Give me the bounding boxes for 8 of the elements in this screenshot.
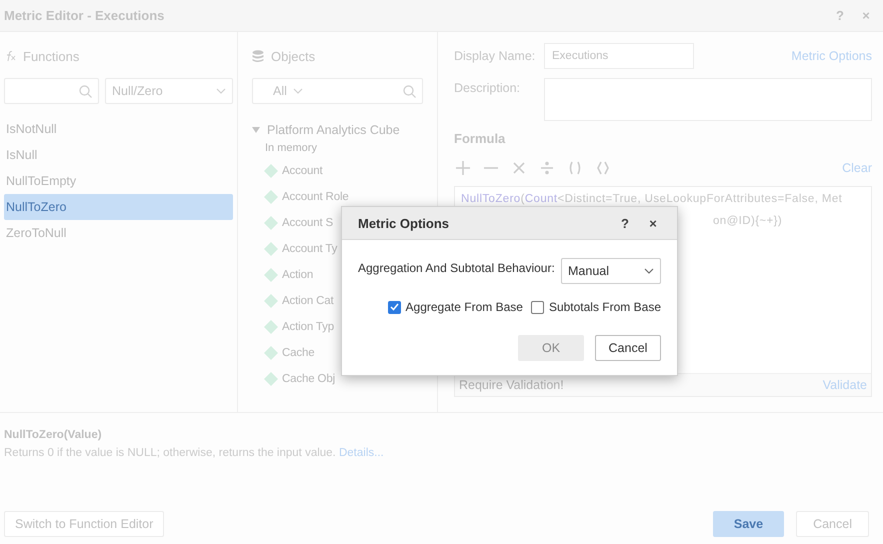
function-signature: NullToZero(Value) bbox=[4, 429, 103, 441]
behaviour-label: Aggregation And Subtotal Behaviour: bbox=[358, 261, 556, 277]
dialog-title: Metric Options bbox=[358, 216, 450, 230]
objects-heading: Objects bbox=[271, 48, 316, 64]
functions-heading: Functions bbox=[23, 48, 80, 64]
formula-heading: Formula bbox=[454, 131, 506, 146]
validation-status: Require Validation! bbox=[459, 378, 564, 392]
tree-node-note: In memory bbox=[264, 142, 318, 156]
